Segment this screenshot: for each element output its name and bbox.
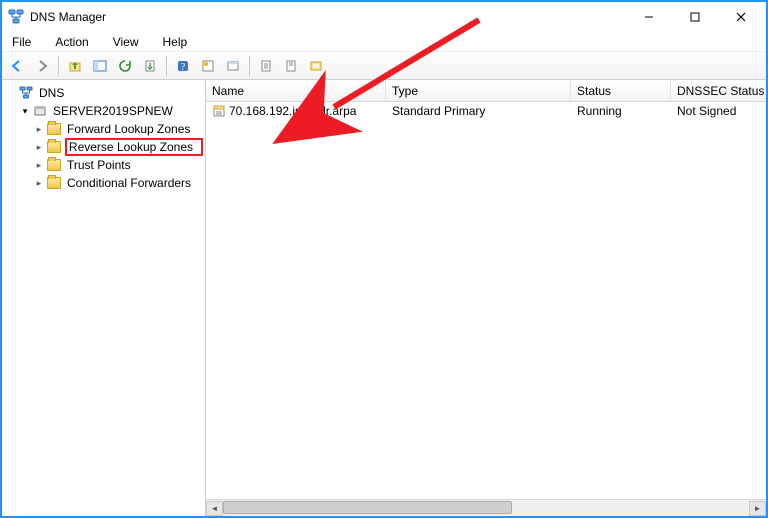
zone-name: 70.168.192.in-addr.arpa: [229, 104, 356, 118]
new-record-button[interactable]: [197, 55, 219, 77]
folder-icon: [46, 175, 62, 191]
tree-label: SERVER2019SPNEW: [51, 104, 175, 118]
close-button[interactable]: [718, 3, 764, 31]
customize-button[interactable]: [305, 55, 327, 77]
separator: [166, 56, 167, 76]
column-header-dnssec[interactable]: DNSSEC Status: [671, 80, 766, 101]
scroll-track[interactable]: [223, 501, 749, 516]
separator: [58, 56, 59, 76]
expand-icon[interactable]: ▸: [32, 124, 46, 135]
svg-text:?: ?: [181, 62, 186, 73]
tree-label: Conditional Forwarders: [65, 176, 193, 190]
column-headers: Name Type Status DNSSEC Status: [206, 80, 766, 102]
back-button[interactable]: [6, 55, 28, 77]
tree-node-reverse-lookup-zones[interactable]: ▸ Reverse Lookup Zones: [32, 138, 203, 156]
menu-view[interactable]: View: [109, 33, 143, 51]
toolbar: ?: [2, 52, 766, 80]
tree-node-conditional-forwarders[interactable]: ▸ Conditional Forwarders: [32, 174, 203, 192]
folder-icon: [46, 121, 62, 137]
separator: [249, 56, 250, 76]
menu-help[interactable]: Help: [159, 33, 192, 51]
menu-file[interactable]: File: [8, 33, 35, 51]
refresh-button[interactable]: [114, 55, 136, 77]
forward-button[interactable]: [31, 55, 53, 77]
column-header-name[interactable]: Name: [206, 80, 386, 101]
scroll-left-button[interactable]: ◄: [206, 501, 223, 516]
column-header-type[interactable]: Type: [386, 80, 571, 101]
dns-root-icon: [18, 85, 34, 101]
tree-node-server[interactable]: ▾ SERVER2019SPNEW: [18, 102, 203, 120]
tree-label: Trust Points: [65, 158, 133, 172]
tree-label: Forward Lookup Zones: [65, 122, 192, 136]
collapse-icon[interactable]: ▾: [18, 106, 32, 117]
horizontal-scrollbar[interactable]: ◄ ►: [206, 499, 766, 516]
tree-node-forward-lookup-zones[interactable]: ▸ Forward Lookup Zones: [32, 120, 203, 138]
tree-label: DNS: [37, 86, 66, 100]
expand-icon[interactable]: ▸: [32, 142, 46, 153]
menu-action[interactable]: Action: [51, 33, 92, 51]
app-icon: [8, 9, 24, 25]
window-title: DNS Manager: [30, 10, 106, 24]
tree-label: Reverse Lookup Zones: [65, 138, 203, 156]
zone-icon: [212, 104, 226, 118]
minimize-button[interactable]: [626, 3, 672, 31]
scroll-thumb[interactable]: [223, 501, 512, 514]
export-list-button[interactable]: [139, 55, 161, 77]
tree-node-trust-points[interactable]: ▸ Trust Points: [32, 156, 203, 174]
zone-status: Running: [571, 104, 671, 118]
tree-node-dns-root[interactable]: DNS: [4, 84, 203, 102]
up-button[interactable]: [64, 55, 86, 77]
zone-row[interactable]: 70.168.192.in-addr.arpa Standard Primary…: [206, 102, 766, 120]
menubar: File Action View Help: [2, 32, 766, 52]
list-pane: Name Type Status DNSSEC Status 70.168.19…: [206, 80, 766, 516]
titlebar: DNS Manager: [2, 2, 766, 32]
expand-icon[interactable]: ▸: [32, 160, 46, 171]
folder-icon: [46, 139, 62, 155]
column-header-status[interactable]: Status: [571, 80, 671, 101]
expand-icon[interactable]: ▸: [32, 178, 46, 189]
maximize-button[interactable]: [672, 3, 718, 31]
scroll-right-button[interactable]: ►: [749, 501, 766, 516]
show-hide-console-tree-button[interactable]: [89, 55, 111, 77]
filter-button[interactable]: [280, 55, 302, 77]
tree-pane: DNS ▾ SERVER2019SPNEW ▸ Forward Lookup Z…: [2, 80, 206, 516]
help-button[interactable]: ?: [172, 55, 194, 77]
properties-button[interactable]: [255, 55, 277, 77]
new-window-button[interactable]: [222, 55, 244, 77]
server-icon: [32, 103, 48, 119]
zone-dnssec: Not Signed: [671, 104, 766, 118]
zone-type: Standard Primary: [386, 104, 571, 118]
folder-icon: [46, 157, 62, 173]
